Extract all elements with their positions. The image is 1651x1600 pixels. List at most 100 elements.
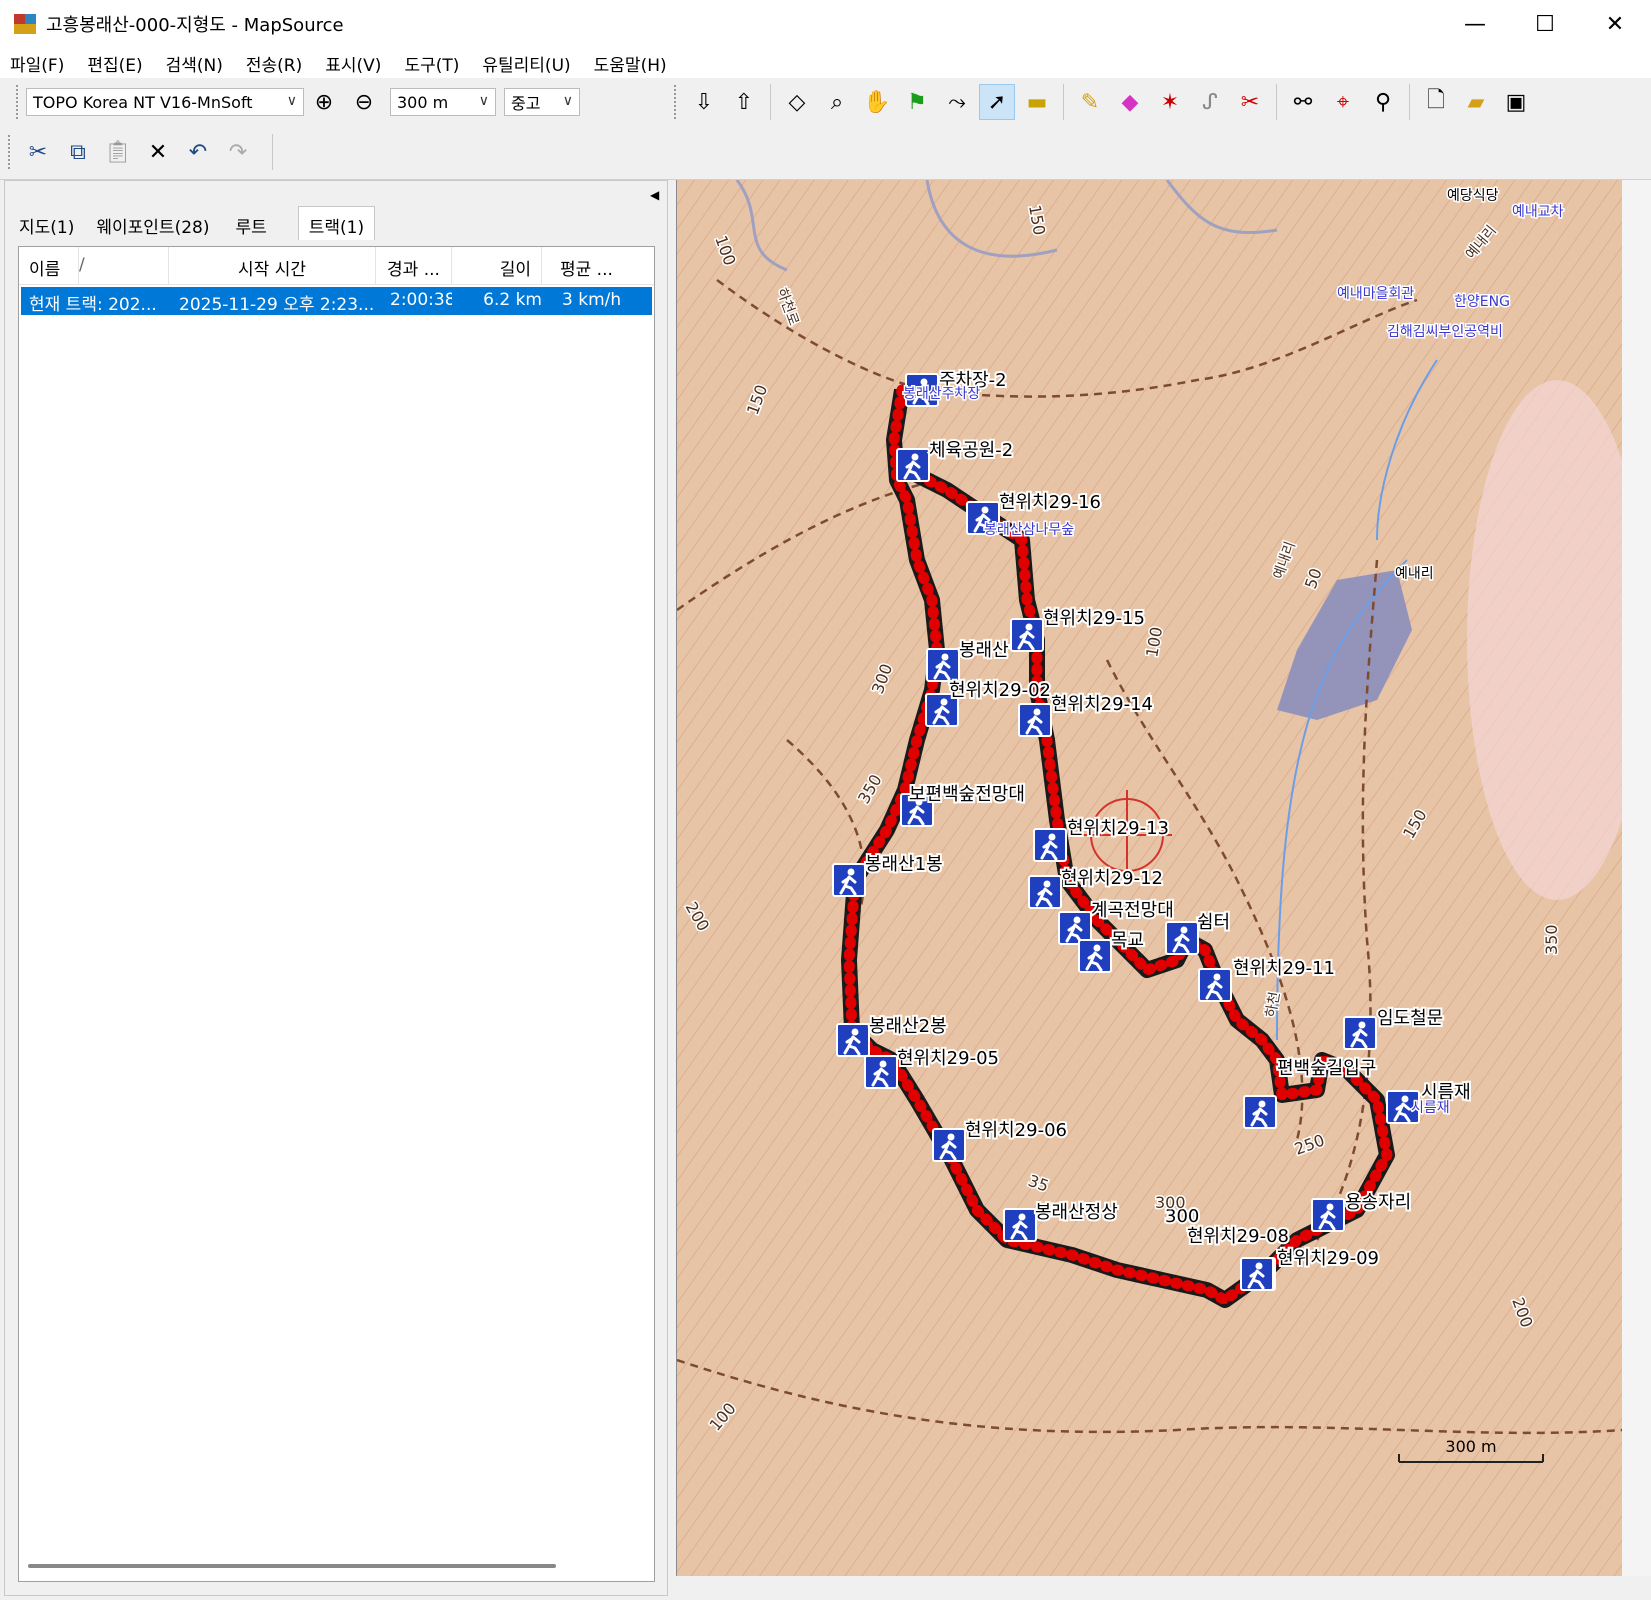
ruler-icon: ▬ <box>1026 89 1048 115</box>
hiker-icon <box>863 1054 899 1090</box>
waypoint-label: 현위치29-16 <box>999 492 1101 513</box>
tab-tracks[interactable]: 트랙(1) <box>297 206 376 240</box>
poi-label: 예내교차 <box>1512 204 1564 220</box>
detail-select[interactable]: 중고 ∨ <box>504 88 580 116</box>
waypoint-label: 봉래산정상 <box>1035 1202 1118 1223</box>
column-avg-speed[interactable]: 평균 ... <box>542 247 652 284</box>
hand-tool-button[interactable]: ✋ <box>859 84 895 120</box>
column-elapsed[interactable]: 경과 ... <box>376 247 452 284</box>
detail-value: 중고 <box>511 94 541 113</box>
menu-edit[interactable]: 편집(E) <box>87 51 142 76</box>
pencil-tool-button[interactable]: ✎ <box>1072 84 1108 120</box>
eraser-tool-button[interactable]: ◆ <box>1112 84 1148 120</box>
pencil-icon: ✎ <box>1080 89 1100 115</box>
poi-label: 김해김씨부인공역비 <box>1387 324 1503 340</box>
waypoint-label: 현위치29-08 <box>1187 1226 1289 1247</box>
column-length[interactable]: 길이 <box>452 247 542 284</box>
vertical-scrollbar[interactable] <box>1622 180 1651 1600</box>
copy-button[interactable]: ⧉ <box>60 134 96 170</box>
menu-help[interactable]: 도움말(H) <box>594 51 667 76</box>
divide-track-button[interactable]: ✂ <box>1232 84 1268 120</box>
redo-button[interactable]: ↷ <box>220 134 256 170</box>
waypoint-label: 현위치29-02 <box>949 680 1051 701</box>
zoom-tool-button[interactable]: ⌕ <box>819 84 855 120</box>
undo-button[interactable]: ↶ <box>180 134 216 170</box>
tools-toolbar: ⇩ ⇧ ◇ ⌕ ✋ ⚑ ⤳ ➚ ▬ ✎ ◆ ✶ ᔑ ✂ ⚯ ⌖ ⚲ 🗋 ▰ ▣ <box>670 78 1536 126</box>
send-to-device-button[interactable]: ⇧ <box>726 84 762 120</box>
topo-map[interactable]: 주차장-2체육공원-2현위치29-16현위치29-15봉래산현위치29-02현위… <box>677 180 1622 1576</box>
redo-icon: ↷ <box>228 139 248 165</box>
hiker-icon <box>1197 967 1233 1003</box>
poi-label: 예내리 <box>1395 566 1434 582</box>
paste-button[interactable]: 📋︎ <box>100 134 136 170</box>
new-file-button[interactable]: 🗋 <box>1418 84 1454 120</box>
close-button[interactable]: ✕ <box>1580 0 1650 48</box>
map-product-value: TOPO Korea NT V16-MnSoft <box>33 92 253 112</box>
waypoint-label: 보편백숲전망대 <box>909 784 1025 805</box>
triangle-left-icon: ◀ <box>650 188 660 202</box>
title-bar: 고흥봉래산-000-지형도 - MapSource — ☐ ✕ <box>0 0 1651 48</box>
menu-transfer[interactable]: 전송(R) <box>246 51 302 76</box>
table-row[interactable]: 현재 트랙: 202... 2025-11-29 오후 2:23... 2:00… <box>21 287 652 315</box>
track-tool-button[interactable]: ✶ <box>1152 84 1188 120</box>
hiker-icon <box>1032 827 1068 863</box>
save-icon: ▣ <box>1505 89 1527 115</box>
scissors-icon: ✂ <box>28 139 48 165</box>
track-length: 6.2 km <box>483 290 542 310</box>
menu-view[interactable]: 표시(V) <box>325 51 381 76</box>
toolbar-area: TOPO Korea NT V16-MnSoft ∨ ⊕ ⊖ 300 m ∨ 중… <box>0 78 1651 180</box>
tab-waypoints[interactable]: 웨이포인트(28) <box>85 206 220 240</box>
waypoint-label: 목교 <box>1111 930 1144 951</box>
waypoint-label: 현위치29-06 <box>965 1120 1067 1141</box>
join-track-button[interactable]: ᔑ <box>1192 84 1228 120</box>
menu-file[interactable]: 파일(F) <box>10 51 64 76</box>
find-nearest-button[interactable]: ⚲ <box>1365 84 1401 120</box>
cut-button[interactable]: ✂ <box>20 134 56 170</box>
hiker-icon <box>1002 1207 1038 1243</box>
waypoint-tool-button[interactable]: ⚑ <box>899 84 935 120</box>
receive-icon: ⇩ <box>694 89 714 115</box>
distance-tool-button[interactable]: ▬ <box>1019 84 1055 120</box>
selection-tool-button[interactable]: ➚ <box>979 84 1015 120</box>
menu-tools[interactable]: 도구(T) <box>404 51 459 76</box>
zoom-out-icon: ⊖ <box>354 89 374 115</box>
collapse-panel-button[interactable]: ◀ <box>650 188 659 202</box>
zoom-in-icon: ⊕ <box>314 89 334 115</box>
menu-utilities[interactable]: 유틸리티(U) <box>482 51 570 76</box>
new-file-icon: 🗋 <box>1427 88 1445 113</box>
contour-label: 300 <box>1155 1193 1186 1212</box>
route-tool-button[interactable]: ⤳ <box>939 84 975 120</box>
minimize-button[interactable]: — <box>1440 0 1510 48</box>
toolbar-grip[interactable] <box>8 135 12 169</box>
column-start-time[interactable]: 시작 시간 <box>169 247 376 284</box>
toolbar-grip[interactable] <box>674 85 678 119</box>
zoom-out-button[interactable]: ⊖ <box>346 84 382 120</box>
zoom-scale-select[interactable]: 300 m ∨ <box>390 88 496 116</box>
column-name[interactable]: 이름 <box>19 247 79 284</box>
tab-maps[interactable]: 지도(1) <box>8 206 85 240</box>
waypoint-label: 현위치29-14 <box>1051 694 1153 715</box>
map-tool-button[interactable]: ◇ <box>779 84 815 120</box>
find-place-button[interactable]: ⌖ <box>1325 84 1361 120</box>
find-button[interactable]: ⚯ <box>1285 84 1321 120</box>
toolbar-grip[interactable] <box>16 85 20 119</box>
save-file-button[interactable]: ▣ <box>1498 84 1534 120</box>
receive-from-device-button[interactable]: ⇩ <box>686 84 722 120</box>
track-start: 2025-11-29 오후 2:23... <box>179 295 375 315</box>
poi-label: 한양ENG <box>1454 294 1510 310</box>
poi-label: 시름재 <box>1411 1100 1450 1116</box>
menu-find[interactable]: 검색(N) <box>166 51 223 76</box>
waypoint-label: 임도철문 <box>1377 1008 1443 1029</box>
map-product-select[interactable]: TOPO Korea NT V16-MnSoft ∨ <box>26 88 304 116</box>
maximize-button[interactable]: ☐ <box>1510 0 1580 48</box>
waypoint-label: 현위치29-11 <box>1233 958 1335 979</box>
track-list-header: 이름 / 시작 시간 경과 ... 길이 평균 ... <box>19 247 654 285</box>
open-file-button[interactable]: ▰ <box>1458 84 1494 120</box>
hiker-icon <box>1310 1197 1346 1233</box>
horizontal-scrollbar[interactable] <box>28 1564 556 1568</box>
tab-routes[interactable]: 루트 <box>220 206 297 240</box>
delete-button[interactable]: ✕ <box>140 134 176 170</box>
map-view[interactable]: 주차장-2 체육공원-2 현위치29-16 현위치29-15 봉래산 현위치29-02 현위… <box>676 180 1622 1576</box>
find-place-icon: ⌖ <box>1336 89 1350 115</box>
zoom-in-button[interactable]: ⊕ <box>306 84 342 120</box>
